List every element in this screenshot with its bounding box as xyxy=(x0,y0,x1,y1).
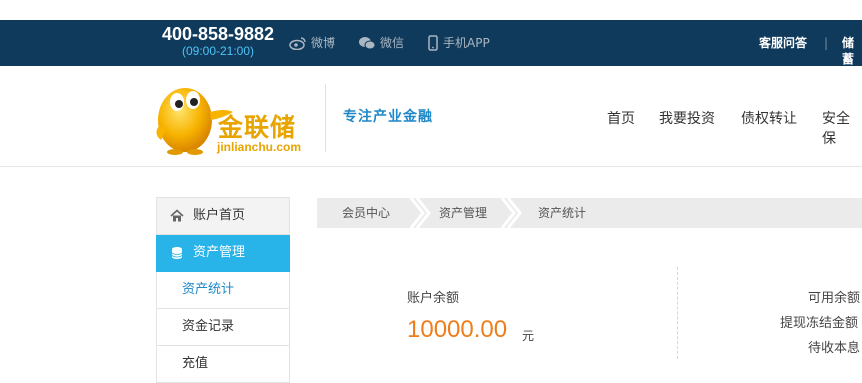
hotline-number: 400-858-9882 xyxy=(161,24,275,44)
breadcrumb-chevron-icon xyxy=(500,198,522,228)
mobile-app-label: 手机APP xyxy=(443,36,490,50)
hotline-hours: (09:00-21:00) xyxy=(181,44,255,58)
sidebar-item-label: 资产管理 xyxy=(193,245,246,260)
available-balance-label: 可用余额 xyxy=(808,291,861,306)
breadcrumb: 会员中心 资产管理 资产统计 xyxy=(317,198,862,228)
nav-security[interactable]: 安全保 xyxy=(822,108,862,148)
top-bar: 400-858-9882 (09:00-21:00) 微博 微信 手机APP 客… xyxy=(0,20,862,66)
breadcrumb-asset-statistics: 资产统计 xyxy=(538,206,587,220)
wechat-icon xyxy=(359,37,376,50)
sidebar-item-label: 账户首页 xyxy=(193,208,246,223)
top-separator: | xyxy=(824,36,829,50)
panel-divider xyxy=(677,267,678,359)
home-icon xyxy=(170,209,184,223)
asset-panel xyxy=(317,228,862,377)
mobile-app-link[interactable]: 手机APP xyxy=(427,35,490,51)
wechat-label: 微信 xyxy=(380,36,405,50)
wechat-link[interactable]: 微信 xyxy=(358,35,404,51)
sidebar-item-fund-records[interactable]: 资金记录 xyxy=(156,309,290,346)
nav-debt-transfer[interactable]: 债权转让 xyxy=(741,108,797,128)
weibo-link[interactable]: 微博 xyxy=(289,35,335,51)
balance-unit: 元 xyxy=(522,329,535,343)
slogan: 专注产业金融 xyxy=(343,109,433,125)
balance-amount: 10000.00 xyxy=(407,316,508,343)
database-icon xyxy=(170,246,184,260)
hotline: 400-858-9882 (09:00-21:00) xyxy=(158,23,278,58)
balance-label: 账户余额 xyxy=(407,291,460,306)
logo-domain: jinlianchu.com xyxy=(217,140,302,154)
header-divider xyxy=(325,84,326,152)
logo-wordmark: 金联储 xyxy=(218,113,297,142)
mobile-icon xyxy=(428,35,438,51)
sidebar-item-recharge[interactable]: 充值 xyxy=(156,346,290,383)
faq-link[interactable]: 客服问答 xyxy=(759,35,807,51)
sidebar: 账户首页 资产管理 资产统计 资金记录 充值 xyxy=(156,197,290,383)
sidebar-item-asset-management[interactable]: 资产管理 xyxy=(156,235,290,272)
breadcrumb-chevron-icon xyxy=(409,198,431,228)
weibo-label: 微博 xyxy=(311,36,336,50)
nav-home[interactable]: 首页 xyxy=(607,108,635,128)
withdraw-frozen-label: 提现冻结金额 xyxy=(780,316,859,331)
weibo-icon xyxy=(289,37,306,50)
site-header: 金联储 jinlianchu.com 专注产业金融 首页 我要投资 债权转让 安… xyxy=(0,66,862,167)
savings-link[interactable]: 储蓄 xyxy=(842,35,862,67)
nav-invest[interactable]: 我要投资 xyxy=(659,108,715,128)
sidebar-item-asset-statistics[interactable]: 资产统计 xyxy=(156,272,290,309)
logo[interactable]: 金联储 jinlianchu.com xyxy=(155,78,315,156)
breadcrumb-asset-management[interactable]: 资产管理 xyxy=(439,198,487,228)
sidebar-item-account-home[interactable]: 账户首页 xyxy=(156,197,290,235)
pending-principal-interest-label: 待收本息 xyxy=(808,341,861,356)
breadcrumb-member-center[interactable]: 会员中心 xyxy=(342,198,390,228)
